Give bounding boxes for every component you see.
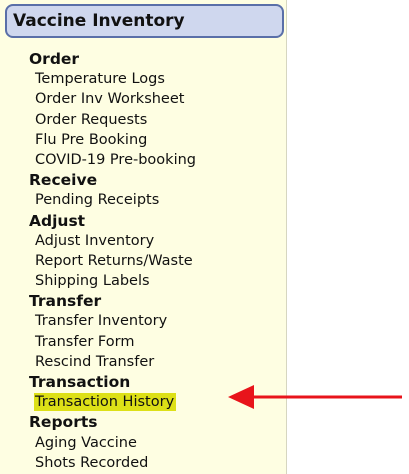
menu-item-adjust-inventory[interactable]: Adjust Inventory — [29, 231, 196, 251]
menu-item-label: Rescind Transfer — [35, 353, 155, 370]
menu-item-temperature-logs[interactable]: Temperature Logs — [29, 69, 196, 89]
section-adjust: Adjust — [29, 211, 86, 230]
menu-item-label: Shots Recorded — [35, 454, 149, 471]
menu-item-order-requests[interactable]: Order Requests — [29, 110, 196, 130]
section-order: Order — [29, 50, 80, 68]
menu-item-shots-recorded[interactable]: Shots Recorded — [29, 453, 196, 473]
menu-item-order-inv-worksheet[interactable]: Order Inv Worksheet — [29, 89, 196, 109]
vaccine-inventory-menu: Order Temperature Logs Order Inv Worksheet… — [29, 49, 196, 473]
menu-item-transaction-history[interactable]: Transaction History — [29, 392, 196, 412]
menu-item-label: Order Requests — [35, 111, 148, 128]
arrow-left-icon — [228, 385, 402, 409]
menu-item-label: Report Returns/Waste — [35, 252, 193, 269]
menu-item-label: Shipping Labels — [35, 273, 150, 290]
menu-item-label: Transfer Inventory — [35, 313, 168, 330]
menu-item-label: Flu Pre Booking — [35, 131, 148, 148]
section-transfer: Transfer — [29, 292, 102, 311]
menu-item-flu-pre-booking[interactable]: Flu Pre Booking — [29, 130, 196, 150]
menu-item-label: Adjust Inventory — [35, 232, 155, 249]
menu-item-label: Aging Vaccine — [35, 434, 137, 451]
menu-item-transfer-inventory[interactable]: Transfer Inventory — [29, 311, 196, 331]
menu-item-label: Transaction History — [34, 393, 177, 412]
menu-item-covid-19-pre-booking[interactable]: COVID-19 Pre-booking — [29, 150, 196, 170]
menu-item-aging-vaccine[interactable]: Aging Vaccine — [29, 433, 196, 453]
menu-item-shipping-labels[interactable]: Shipping Labels — [29, 271, 196, 291]
menu-item-label: Transfer Form — [35, 333, 135, 350]
section-receive: Receive — [29, 171, 98, 190]
menu-item-rescind-transfer[interactable]: Rescind Transfer — [29, 352, 196, 372]
panel-title: Vaccine Inventory — [5, 4, 284, 38]
menu-item-transfer-form[interactable]: Transfer Form — [29, 332, 196, 352]
section-transaction: Transaction — [29, 373, 131, 391]
menu-item-report-returns-waste[interactable]: Report Returns/Waste — [29, 251, 196, 271]
menu-item-label: Temperature Logs — [35, 71, 165, 88]
menu-item-label: Order Inv Worksheet — [35, 91, 185, 108]
menu-item-pending-receipts[interactable]: Pending Receipts — [29, 190, 196, 210]
menu-item-label: COVID-19 Pre-booking — [35, 151, 196, 168]
menu-item-label: Pending Receipts — [35, 192, 160, 209]
section-reports: Reports — [29, 413, 98, 432]
